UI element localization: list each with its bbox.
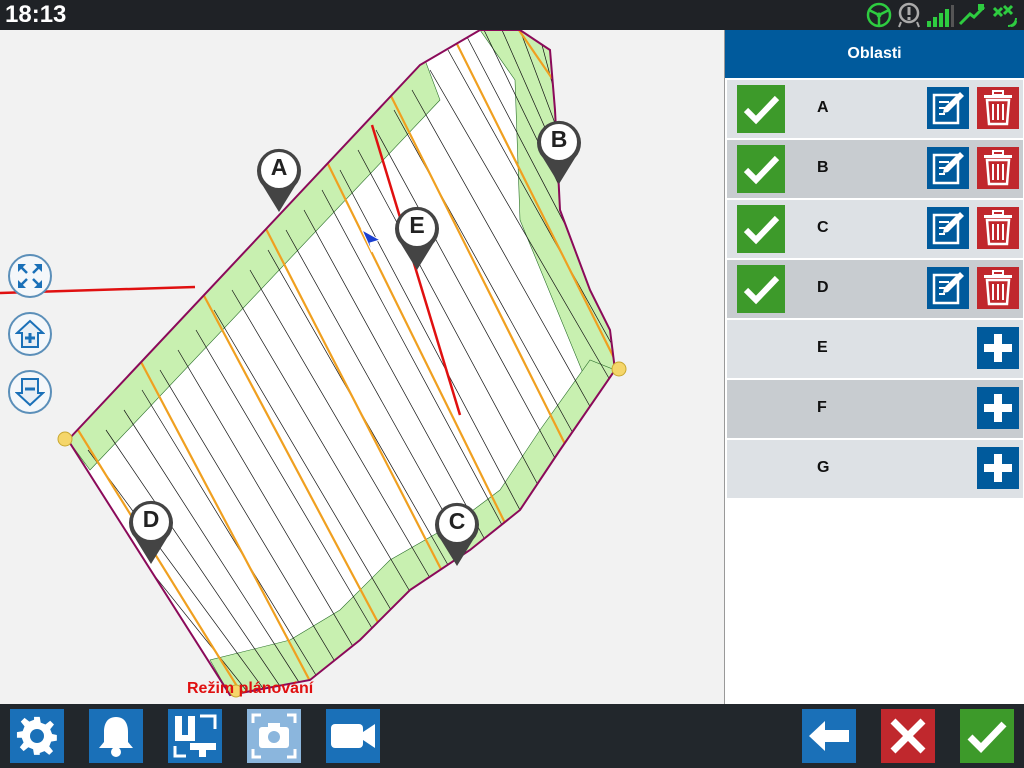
- signal-icon: [927, 5, 954, 27]
- rtk-icon: [992, 4, 1017, 27]
- checkmark-icon: [743, 95, 780, 125]
- zoom-in-button[interactable]: [8, 312, 52, 356]
- area-active-checkbox[interactable]: [737, 265, 785, 313]
- edit-area-button[interactable]: [927, 147, 969, 189]
- pin-label: E: [409, 212, 425, 238]
- area-active-checkbox[interactable]: [737, 205, 785, 253]
- edit-icon: [932, 272, 964, 305]
- zoom-extents-icon: [18, 264, 42, 288]
- edit-icon: [932, 212, 964, 245]
- edit-icon: [932, 152, 964, 185]
- bottom-toolbar: [0, 704, 1024, 768]
- status-icons: [866, 2, 1020, 28]
- area-label: C: [817, 219, 829, 236]
- back-arrow-icon: [809, 721, 849, 751]
- settings-icon: [16, 716, 57, 755]
- universal-terminal-button[interactable]: [168, 709, 222, 763]
- area-row-d: D: [727, 260, 1023, 318]
- confirm-icon: [967, 721, 1007, 754]
- area-row-g: G: [727, 440, 1023, 498]
- map-pin-b[interactable]: B: [535, 120, 583, 186]
- confirm-button[interactable]: [960, 709, 1014, 763]
- map-pin-e[interactable]: E: [393, 206, 441, 272]
- zoom-out-button[interactable]: [8, 370, 52, 414]
- area-label: E: [817, 339, 828, 356]
- edit-area-button[interactable]: [927, 87, 969, 129]
- bell-icon: [99, 717, 133, 757]
- area-label: A: [817, 99, 829, 116]
- plus-icon: [984, 334, 1012, 362]
- map-pin-a[interactable]: A: [255, 148, 303, 214]
- cancel-icon: [890, 718, 926, 754]
- map-pin-d[interactable]: D: [127, 500, 175, 566]
- checkmark-icon: [743, 275, 780, 305]
- alert-icon: [898, 2, 920, 28]
- clock: 18:13: [5, 1, 67, 28]
- zoom-in-icon: [15, 319, 45, 348]
- delete-area-button[interactable]: [977, 87, 1019, 129]
- back-button[interactable]: [802, 709, 856, 763]
- camera-button[interactable]: [326, 709, 380, 763]
- panel-title: Oblasti: [725, 30, 1024, 78]
- area-row-c: C: [727, 200, 1023, 258]
- mode-label: Režim plánování: [187, 680, 314, 697]
- add-area-button[interactable]: [977, 447, 1019, 489]
- checkmark-icon: [743, 155, 780, 185]
- plus-icon: [984, 394, 1012, 422]
- edit-icon: [932, 92, 964, 125]
- notifications-button[interactable]: [89, 709, 143, 763]
- settings-button[interactable]: [10, 709, 64, 763]
- delete-area-button[interactable]: [977, 207, 1019, 249]
- zoom-extents-button[interactable]: [8, 254, 52, 298]
- area-row-b: B: [727, 140, 1023, 198]
- area-label: F: [817, 399, 827, 416]
- plus-icon: [984, 454, 1012, 482]
- area-row-f: F: [727, 380, 1023, 438]
- screenshot-icon: [251, 713, 297, 759]
- trash-icon: [984, 90, 1012, 126]
- area-label: B: [817, 159, 829, 176]
- zoom-out-icon: [15, 378, 45, 407]
- pin-label: A: [270, 154, 288, 180]
- trash-icon: [984, 150, 1012, 186]
- edit-area-button[interactable]: [927, 207, 969, 249]
- gps-icon: [958, 4, 986, 26]
- add-area-button[interactable]: [977, 327, 1019, 369]
- trash-icon: [984, 270, 1012, 306]
- pin-label: D: [142, 506, 160, 532]
- field-drawing: [0, 30, 627, 698]
- steering-wheel-icon: [866, 2, 892, 28]
- ut-icon: [173, 714, 217, 758]
- areas-panel: Oblasti A B C D E F G: [724, 30, 1024, 704]
- video-camera-icon: [331, 724, 375, 748]
- area-row-e: E: [727, 320, 1023, 378]
- area-label: D: [817, 279, 829, 296]
- area-active-checkbox[interactable]: [737, 85, 785, 133]
- cancel-button[interactable]: [881, 709, 935, 763]
- field-map[interactable]: A B C D E Režim plánování: [0, 30, 724, 704]
- add-area-button[interactable]: [977, 387, 1019, 429]
- area-active-checkbox[interactable]: [737, 145, 785, 193]
- trash-icon: [984, 210, 1012, 246]
- area-label: G: [817, 459, 830, 476]
- checkmark-icon: [743, 215, 780, 245]
- status-bar: 18:13: [0, 0, 1024, 30]
- edit-area-button[interactable]: [927, 267, 969, 309]
- delete-area-button[interactable]: [977, 147, 1019, 189]
- delete-area-button[interactable]: [977, 267, 1019, 309]
- pin-label: C: [448, 508, 466, 534]
- screenshot-button[interactable]: [247, 709, 301, 763]
- map-pin-c[interactable]: C: [433, 502, 481, 568]
- area-row-a: A: [727, 80, 1023, 138]
- pin-label: B: [550, 126, 568, 152]
